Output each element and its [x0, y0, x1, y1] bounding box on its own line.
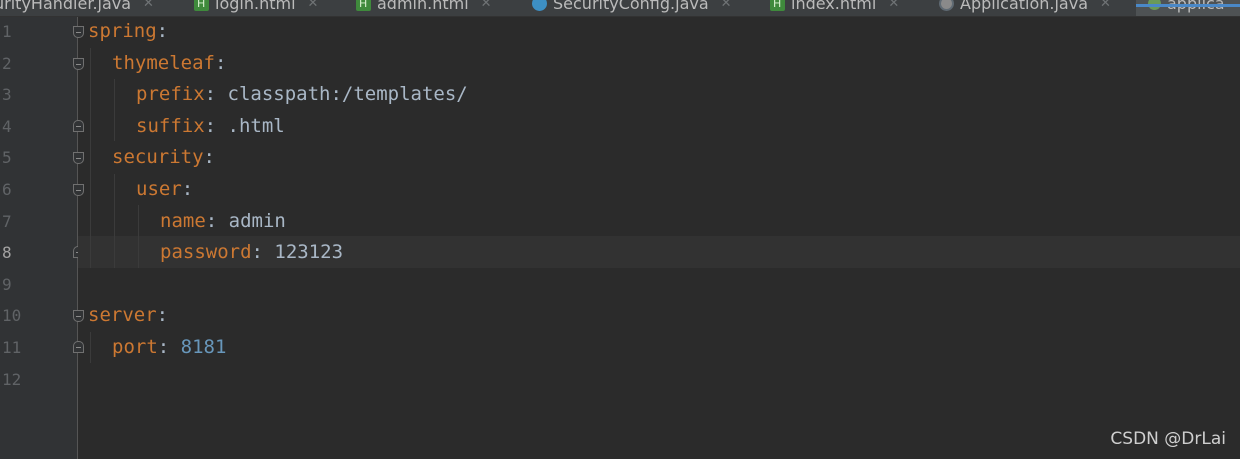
close-tab-icon[interactable]: ✕ [1100, 0, 1112, 11]
spring-app-icon [939, 0, 954, 11]
tab-label: Application.java [960, 0, 1089, 13]
tab-index-html[interactable]: index.html ✕ [770, 0, 900, 16]
tab-securityconfig-java[interactable]: SecurityConfig.java ✕ [532, 0, 733, 16]
line-number: 7 [2, 211, 12, 231]
tab-label: admin.html [377, 0, 469, 13]
close-tab-icon[interactable]: ✕ [888, 0, 900, 11]
close-tab-icon[interactable]: ✕ [143, 0, 155, 11]
yaml-key: thymeleaf [112, 51, 215, 74]
close-tab-icon[interactable]: ✕ [721, 0, 733, 11]
yaml-separator: : [181, 178, 194, 200]
yaml-separator: : [251, 241, 275, 264]
yaml-number-value: 8181 [180, 336, 227, 358]
code-line-1[interactable]: spring: [88, 16, 168, 48]
code-line-3[interactable]: prefix: classpath:/templates/ [136, 79, 468, 111]
tab-application-yml[interactable]: applica [1136, 0, 1240, 16]
watermark: CSDN @DrLai [1110, 429, 1226, 449]
yaml-separator: : [203, 146, 215, 169]
line-number: 12 [2, 369, 22, 389]
html-file-icon [194, 0, 209, 11]
code-line-4[interactable]: suffix: .html [136, 111, 285, 143]
tab-label: applica [1167, 0, 1225, 13]
code-line-8[interactable]: password: 123123 [160, 237, 343, 269]
yaml-separator: : [156, 20, 169, 42]
yaml-separator: : [214, 51, 227, 74]
yaml-value: classpath:/templates/ [227, 83, 468, 106]
close-tab-icon[interactable]: ✕ [481, 0, 493, 11]
yaml-key: prefix [136, 83, 205, 106]
code-line-10[interactable]: server: [88, 300, 168, 332]
yaml-separator: : [204, 83, 228, 106]
tab-label: index.html [791, 0, 877, 13]
yaml-value: .html [227, 114, 285, 137]
yml-file-icon [1148, 0, 1161, 10]
line-number-current: 8 [2, 243, 12, 263]
yaml-key: server [88, 304, 157, 327]
yaml-separator: : [157, 336, 181, 358]
line-number: 9 [2, 274, 12, 294]
line-number: 3 [2, 85, 12, 105]
code-line-6[interactable]: user: [136, 174, 193, 206]
tab-securityhandler-java[interactable]: urityHandler.java ✕ [0, 0, 155, 16]
yaml-key: spring [88, 20, 157, 42]
line-number: 6 [2, 180, 12, 199]
tab-application-java[interactable]: Application.java ✕ [939, 0, 1112, 16]
line-number: 1 [2, 22, 12, 41]
tab-label: SecurityConfig.java [553, 0, 709, 13]
yaml-separator: : [204, 114, 228, 137]
yaml-value: 123123 [274, 241, 344, 264]
code-line-2[interactable]: thymeleaf: [112, 48, 226, 80]
line-number: 10 [2, 306, 22, 326]
line-number: 2 [2, 53, 12, 73]
editor-tab-bar: urityHandler.java ✕ login.html ✕ admin.h… [0, 0, 1240, 17]
yaml-key: port [112, 336, 158, 358]
line-number: 5 [2, 148, 12, 168]
tab-login-html[interactable]: login.html ✕ [194, 0, 319, 16]
html-file-icon [356, 0, 371, 11]
line-number: 11 [2, 338, 22, 357]
yaml-separator: : [205, 209, 229, 232]
yaml-key: user [136, 178, 182, 200]
code-line-11[interactable]: port: 8181 [112, 332, 226, 364]
java-class-icon [532, 0, 547, 11]
html-file-icon [770, 0, 785, 11]
close-tab-icon[interactable]: ✕ [308, 0, 320, 11]
yaml-key: suffix [136, 114, 205, 137]
tab-label: login.html [215, 0, 296, 13]
yaml-value: admin [228, 209, 286, 232]
yaml-key: password [160, 241, 252, 264]
code-line-5[interactable]: security: [112, 142, 215, 174]
line-number: 4 [2, 116, 12, 136]
tab-label: urityHandler.java [0, 0, 132, 13]
yaml-separator: : [156, 304, 169, 327]
tab-admin-html[interactable]: admin.html ✕ [356, 0, 493, 16]
code-line-7[interactable]: name: admin [160, 206, 286, 238]
yaml-key: name [160, 209, 206, 232]
yaml-key: security [112, 146, 204, 169]
